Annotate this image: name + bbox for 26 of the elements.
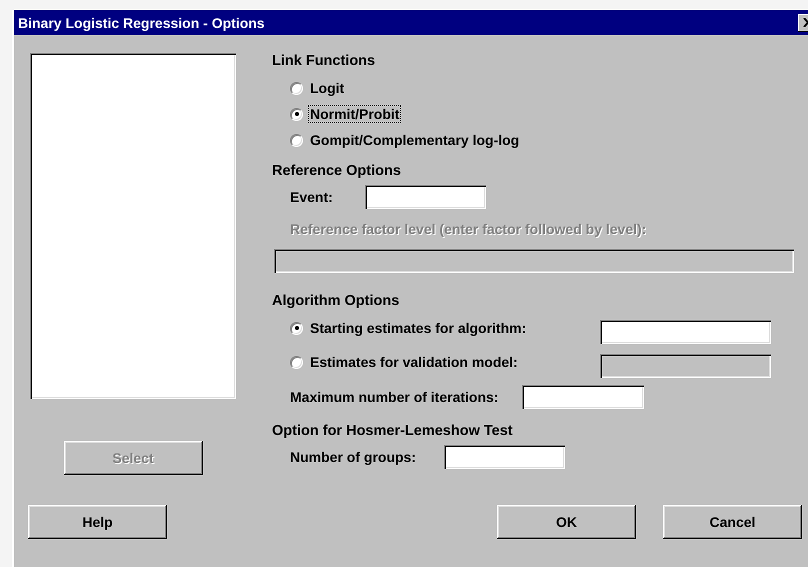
dialog-button[interactable]: Cancel — [663, 505, 802, 539]
radio-button[interactable] — [290, 108, 303, 120]
field-label: Number of groups: — [290, 449, 416, 465]
option-label[interactable]: Estimates for validation model: — [309, 354, 519, 370]
iterations-field[interactable] — [522, 385, 644, 409]
section-heading: Link Functions — [272, 53, 376, 69]
dialog-button[interactable]: Help — [28, 505, 167, 539]
field-label: Maximum number of iterations: — [290, 389, 498, 405]
radio-button[interactable] — [290, 82, 303, 94]
event-field[interactable] — [364, 185, 486, 209]
option-label[interactable]: Normit/Probit — [309, 106, 400, 122]
radio-button[interactable] — [290, 356, 303, 368]
radio-button[interactable] — [290, 134, 303, 146]
field-label: Reference factor level (enter factor followed by level): — [290, 221, 648, 237]
section-heading: Algorithm Options — [272, 293, 400, 309]
section-heading: Option for Hosmer-Lemeshow Test — [272, 423, 514, 439]
groups-field[interactable] — [444, 445, 565, 469]
dialog-button[interactable]: OK — [497, 505, 636, 539]
window-title: Binary Logistic Regression - Options — [18, 14, 265, 30]
option-label[interactable]: Logit — [309, 80, 346, 96]
field-label: Event: — [290, 189, 333, 205]
section-heading: Reference Options — [272, 163, 402, 179]
estimates-field[interactable] — [600, 320, 771, 344]
option-label[interactable]: Gompit/Complementary log-log — [309, 132, 520, 148]
option-label[interactable]: Starting estimates for algorithm: — [309, 320, 528, 336]
radio-button[interactable] — [290, 322, 303, 334]
